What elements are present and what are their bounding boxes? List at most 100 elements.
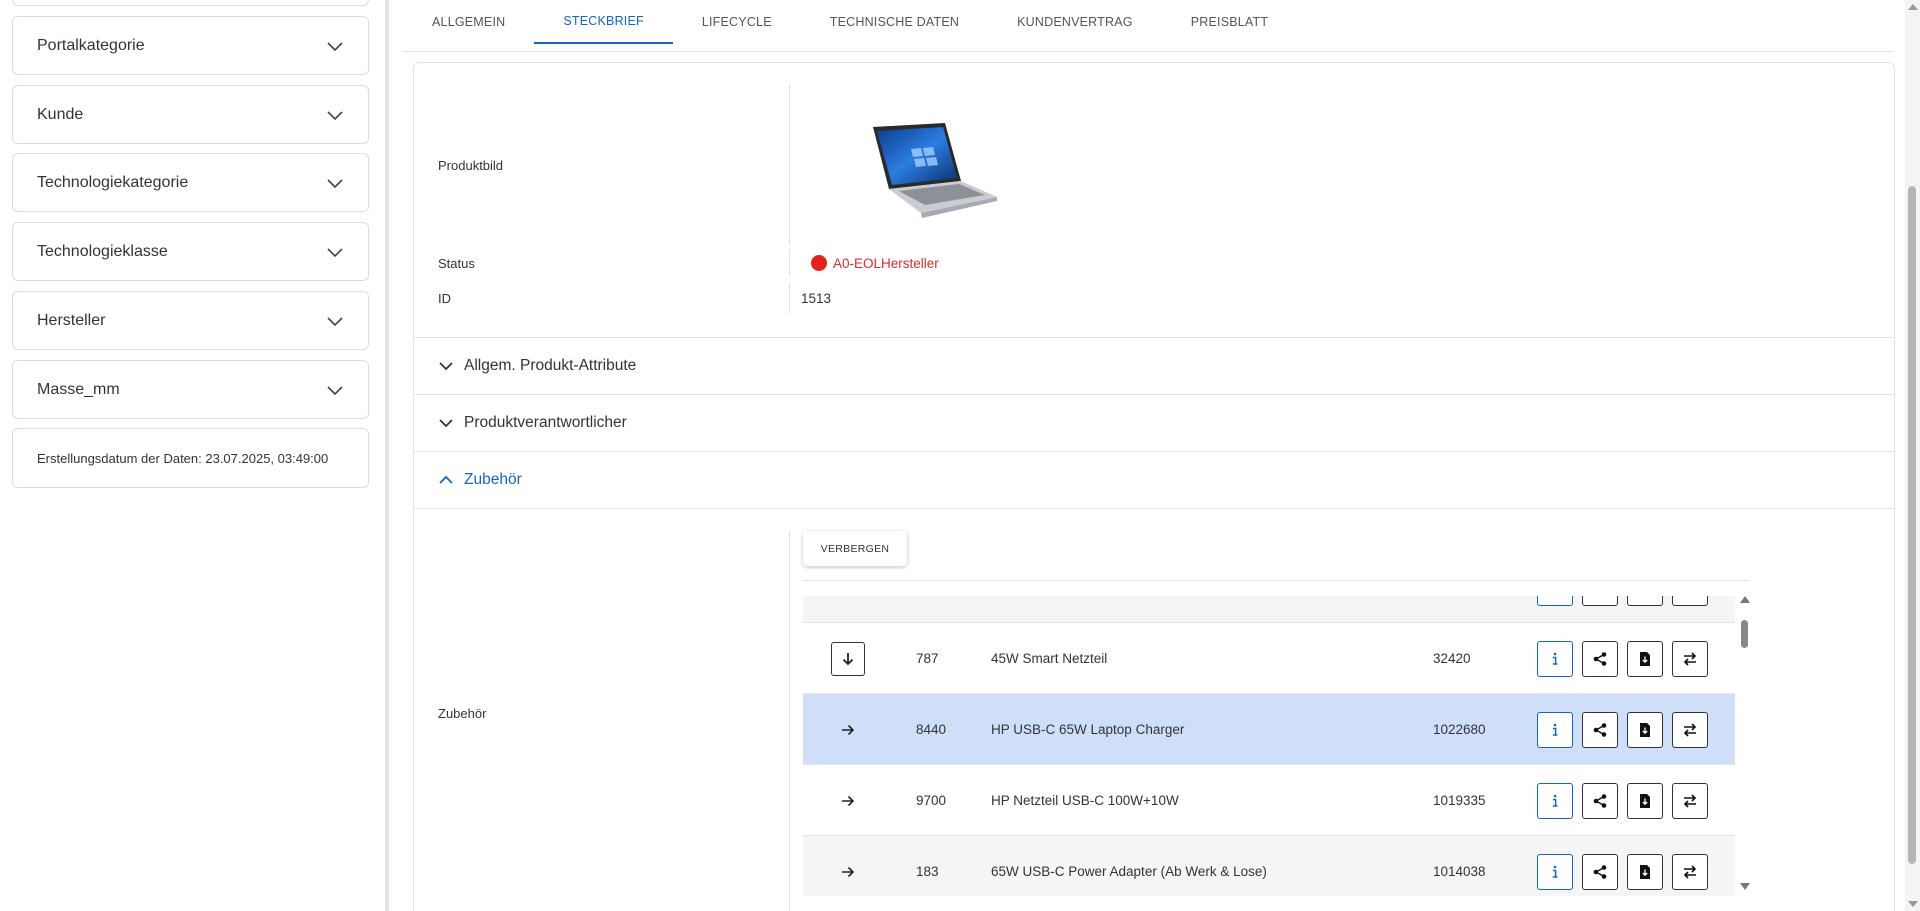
file-download-icon xyxy=(1640,793,1650,808)
arrow-cell xyxy=(831,836,865,896)
download-file-button[interactable] xyxy=(1627,640,1663,677)
arrow-right-button[interactable] xyxy=(831,784,865,818)
filter-kunde[interactable]: Kunde xyxy=(12,85,369,144)
arrow-right-button[interactable] xyxy=(831,713,865,747)
swap-button[interactable] xyxy=(1672,711,1708,748)
filter-card-partial xyxy=(12,0,369,6)
row-name: HP Netzteil USB-C 100W+10W xyxy=(991,793,1179,808)
share-button[interactable] xyxy=(1582,640,1618,677)
row-name: 65W USB-C Power Adapter (Ab Werk & Lose) xyxy=(991,864,1267,879)
tab-lifecycle[interactable]: LIFECYCLE xyxy=(673,0,801,44)
row-id: 8440 xyxy=(916,722,947,737)
arrow-down-icon xyxy=(842,652,854,665)
table-row-partial xyxy=(803,596,1735,623)
filter-portalkategorie[interactable]: Portalkategorie xyxy=(12,16,369,75)
download-file-button[interactable] xyxy=(1627,782,1663,819)
info-button[interactable] xyxy=(1537,782,1573,819)
arrow-right-icon xyxy=(842,724,855,735)
accordion-title: Zubehör xyxy=(464,471,522,488)
table-divider xyxy=(803,580,1749,581)
filter-label: Kunde xyxy=(37,105,84,123)
id-value: 1513 xyxy=(801,291,832,306)
scroll-up-icon[interactable] xyxy=(1908,4,1918,10)
share-button[interactable] xyxy=(1582,711,1618,748)
filter-hersteller[interactable]: Hersteller xyxy=(12,291,369,350)
filter-masse-mm[interactable]: Masse_mm xyxy=(12,360,369,419)
swap-button[interactable] xyxy=(1672,782,1708,819)
table-row[interactable]: 183 65W USB-C Power Adapter (Ab Werk & L… xyxy=(803,836,1735,896)
filter-label: Hersteller xyxy=(37,311,106,329)
row-actions xyxy=(1537,596,1708,623)
share-button[interactable] xyxy=(1582,853,1618,890)
column-divider xyxy=(789,249,790,275)
arrow-cell xyxy=(831,623,865,694)
chevron-down-icon xyxy=(439,362,453,371)
filter-technologieklasse[interactable]: Technologieklasse xyxy=(12,222,369,281)
scroll-up-icon[interactable] xyxy=(1740,596,1750,603)
info-button[interactable] xyxy=(1537,640,1573,677)
row-actions xyxy=(1537,623,1708,694)
row-number: 1014038 xyxy=(1433,864,1486,879)
row-number: 32420 xyxy=(1433,651,1471,666)
swap-icon xyxy=(1683,722,1697,737)
arrow-right-icon xyxy=(842,795,855,806)
arrow-right-icon xyxy=(842,866,855,877)
accordion-produktverantwortlicher[interactable]: Produktverantwortlicher xyxy=(414,394,1894,451)
info-button[interactable] xyxy=(1537,596,1573,606)
file-download-icon xyxy=(1640,651,1650,666)
download-file-button[interactable] xyxy=(1627,711,1663,748)
scroll-down-icon[interactable] xyxy=(1908,901,1918,907)
arrow-down-button[interactable] xyxy=(831,641,865,676)
swap-icon xyxy=(1683,793,1697,808)
status-text: A0-EOLHersteller xyxy=(833,255,939,271)
accordion-title: Allgem. Produkt-Attribute xyxy=(464,357,637,374)
info-button[interactable] xyxy=(1537,711,1573,748)
swap-button[interactable] xyxy=(1672,596,1708,606)
id-label: ID xyxy=(438,291,451,306)
table-row[interactable]: 9700 HP Netzteil USB-C 100W+10W 1019335 xyxy=(803,765,1735,836)
creation-date-card: Erstellungsdatum der Daten: 23.07.2025, … xyxy=(12,428,369,488)
info-button[interactable] xyxy=(1537,853,1573,890)
table-scrollbar[interactable] xyxy=(1739,596,1751,896)
chevron-down-icon xyxy=(327,41,343,51)
row-name: 45W Smart Netzteil xyxy=(991,651,1108,666)
row-name: HP USB-C 65W Laptop Charger xyxy=(991,722,1185,737)
scroll-down-icon[interactable] xyxy=(1740,883,1750,890)
arrow-right-button[interactable] xyxy=(831,855,865,889)
share-button[interactable] xyxy=(1582,596,1618,606)
chevron-down-icon xyxy=(327,110,343,120)
scrollbar-thumb[interactable] xyxy=(1908,186,1916,864)
accessories-table: 787 45W Smart Netzteil 32420 8440 HP USB… xyxy=(803,596,1735,896)
status-label: Status xyxy=(438,256,475,271)
download-button[interactable] xyxy=(1627,596,1663,606)
tab-technische-daten[interactable]: TECHNISCHE DATEN xyxy=(801,0,988,44)
column-divider xyxy=(789,85,790,245)
swap-button[interactable] xyxy=(1672,640,1708,677)
accordion-title: Produktverantwortlicher xyxy=(464,414,627,431)
swap-button[interactable] xyxy=(1672,853,1708,890)
tab-preisblatt[interactable]: PREISBLATT xyxy=(1162,0,1297,44)
main-content: ALLGEMEIN STECKBRIEF LIFECYCLE TECHNISCH… xyxy=(389,0,1920,911)
accordion-allgem-produkt-attribute[interactable]: Allgem. Produkt-Attribute xyxy=(414,337,1894,394)
row-number: 1019335 xyxy=(1433,793,1486,808)
scrollbar-thumb[interactable] xyxy=(1741,620,1748,648)
filter-label: Technologiekategorie xyxy=(37,173,189,191)
download-file-button[interactable] xyxy=(1627,853,1663,890)
accordion-zubehoer[interactable]: Zubehör xyxy=(414,451,1894,508)
file-download-icon xyxy=(1640,722,1650,737)
hide-button[interactable]: VERBERGEN xyxy=(803,531,907,566)
column-divider xyxy=(789,283,790,313)
table-row[interactable]: 787 45W Smart Netzteil 32420 xyxy=(803,623,1735,694)
product-image xyxy=(873,123,997,218)
tab-kundenvertrag[interactable]: KUNDENVERTRAG xyxy=(988,0,1162,44)
table-row-selected[interactable]: 8440 HP USB-C 65W Laptop Charger 1022680 xyxy=(803,694,1735,765)
info-icon xyxy=(1552,794,1558,807)
filter-technologiekategorie[interactable]: Technologiekategorie xyxy=(12,153,369,212)
row-id: 787 xyxy=(916,651,939,666)
tab-steckbrief[interactable]: STECKBRIEF xyxy=(534,0,673,44)
page-scrollbar[interactable] xyxy=(1905,0,1920,911)
zubehoer-row-label: Zubehör xyxy=(438,706,487,721)
status-value: A0-EOLHersteller xyxy=(811,255,939,271)
tab-allgemein[interactable]: ALLGEMEIN xyxy=(403,0,534,44)
share-button[interactable] xyxy=(1582,782,1618,819)
